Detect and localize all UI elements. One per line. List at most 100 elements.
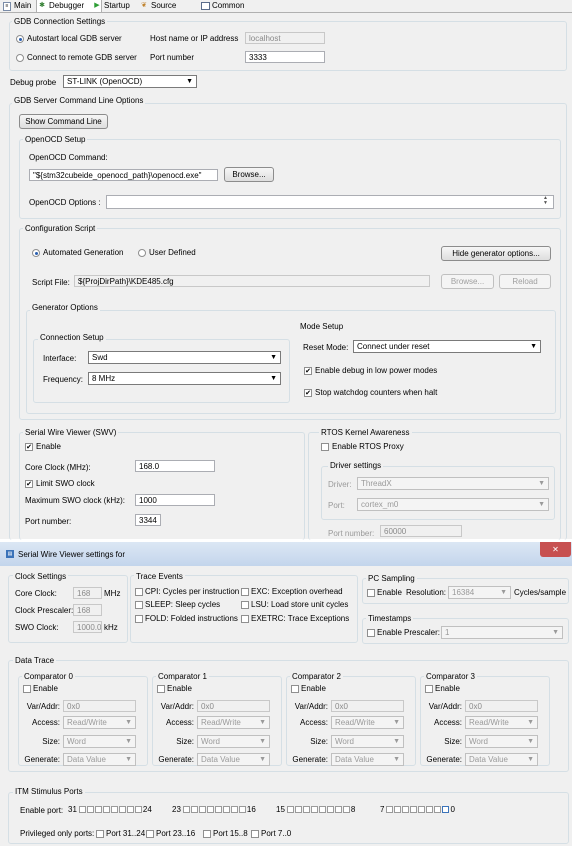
comparator-enable-checkbox[interactable] [425, 685, 433, 693]
swv-enable-checkbox[interactable]: ✔ [25, 443, 33, 451]
port-checkbox[interactable] [394, 806, 402, 814]
varaddr-field[interactable]: 0x0 [465, 700, 538, 712]
port-checkbox[interactable] [102, 806, 110, 814]
limit-swo-checkbox[interactable]: ✔ [25, 480, 33, 488]
varaddr-field[interactable]: 0x0 [331, 700, 404, 712]
reset-mode-select[interactable]: Connect under reset ▼ [353, 340, 541, 353]
port-checkbox[interactable] [190, 806, 198, 814]
port-checkbox[interactable] [86, 806, 94, 814]
hide-generator-options-button[interactable]: Hide generator options... [441, 246, 551, 261]
access-select[interactable]: Read/Write ▼ [197, 716, 270, 729]
rtos-portnum-field[interactable]: 60000 [380, 525, 462, 537]
low-power-checkbox[interactable]: ✔ [304, 367, 312, 375]
port-checkbox[interactable] [238, 806, 246, 814]
openocd-command-field[interactable]: "${stm32cubeide_openocd_path}\openocd.ex… [29, 169, 218, 181]
max-swo-field[interactable]: 1000 [135, 494, 215, 506]
size-select[interactable]: Word ▼ [331, 735, 404, 748]
port-checkbox[interactable] [78, 806, 86, 814]
tab-common[interactable]: Common [200, 0, 264, 12]
size-select[interactable]: Word ▼ [63, 735, 136, 748]
port-checkbox[interactable] [182, 806, 190, 814]
size-select[interactable]: Word ▼ [197, 735, 270, 748]
dlg-core-clock-field[interactable]: 168 [73, 587, 102, 599]
driver-select[interactable]: ThreadX ▼ [357, 477, 549, 490]
generate-select[interactable]: Data Value ▼ [331, 753, 404, 766]
varaddr-field[interactable]: 0x0 [63, 700, 136, 712]
swv-port-field[interactable]: 3344 [135, 514, 161, 526]
reload-button[interactable]: Reload [499, 274, 551, 289]
dlg-swo-field[interactable]: 1000.0 [73, 621, 102, 633]
automated-generation-radio[interactable] [32, 249, 40, 257]
port-checkbox[interactable] [426, 806, 434, 814]
host-field[interactable]: localhost [245, 32, 325, 44]
fold-checkbox[interactable] [135, 615, 143, 623]
ts-prescaler-select[interactable]: 1 ▼ [441, 626, 563, 639]
port-checkbox[interactable] [230, 806, 238, 814]
port-checkbox[interactable] [302, 806, 310, 814]
privileged-port-checkbox[interactable] [96, 830, 104, 838]
port-checkbox[interactable] [326, 806, 334, 814]
generate-select[interactable]: Data Value ▼ [465, 753, 538, 766]
port-field[interactable]: 3333 [245, 51, 325, 63]
exetrc-checkbox[interactable] [241, 615, 249, 623]
exc-checkbox[interactable] [241, 588, 249, 596]
port-checkbox[interactable] [110, 806, 118, 814]
user-defined-radio[interactable] [138, 249, 146, 257]
generate-select[interactable]: Data Value ▼ [197, 753, 270, 766]
ts-enable-checkbox[interactable] [367, 629, 375, 637]
privileged-port-checkbox[interactable] [203, 830, 211, 838]
show-command-line-button[interactable]: Show Command Line [19, 114, 108, 129]
access-select[interactable]: Read/Write ▼ [465, 716, 538, 729]
script-file-field[interactable]: ${ProjDirPath}\KDE485.cfg [74, 275, 430, 287]
cpi-checkbox[interactable] [135, 588, 143, 596]
frequency-select[interactable]: 8 MHz ▼ [88, 372, 281, 385]
script-browse-button[interactable]: Browse... [441, 274, 494, 289]
port-checkbox[interactable] [434, 806, 442, 814]
port-checkbox[interactable] [294, 806, 302, 814]
port-checkbox[interactable] [442, 806, 450, 814]
comparator-enable-checkbox[interactable] [157, 685, 165, 693]
port-checkbox[interactable] [222, 806, 230, 814]
port-checkbox[interactable] [198, 806, 206, 814]
port-checkbox[interactable] [118, 806, 126, 814]
port-checkbox[interactable] [386, 806, 394, 814]
access-select[interactable]: Read/Write ▼ [331, 716, 404, 729]
rtos-proxy-checkbox[interactable] [321, 443, 329, 451]
port-checkbox[interactable] [94, 806, 102, 814]
varaddr-field[interactable]: 0x0 [197, 700, 270, 712]
dialog-close-button[interactable]: ✕ [540, 542, 571, 557]
core-clock-field[interactable]: 168.0 [135, 460, 215, 472]
connect-remote-radio[interactable] [16, 54, 24, 62]
port-checkbox[interactable] [206, 806, 214, 814]
pc-enable-checkbox[interactable] [367, 589, 375, 597]
debug-probe-select[interactable]: ST-LINK (OpenOCD) ▼ [63, 75, 197, 88]
dlg-prescaler-field[interactable]: 168 [73, 604, 102, 616]
lsu-checkbox[interactable] [241, 601, 249, 609]
port-checkbox[interactable] [418, 806, 426, 814]
port-checkbox[interactable] [342, 806, 350, 814]
port-checkbox[interactable] [214, 806, 222, 814]
rtos-port-select[interactable]: cortex_m0 ▼ [357, 498, 549, 511]
interface-select[interactable]: Swd ▼ [88, 351, 281, 364]
port-checkbox[interactable] [286, 806, 294, 814]
comparator-enable-checkbox[interactable] [23, 685, 31, 693]
sleep-checkbox[interactable] [135, 601, 143, 609]
port-checkbox[interactable] [310, 806, 318, 814]
access-select[interactable]: Read/Write ▼ [63, 716, 136, 729]
port-checkbox[interactable] [318, 806, 326, 814]
openocd-browse-button[interactable]: Browse... [224, 167, 274, 182]
size-select[interactable]: Word ▼ [465, 735, 538, 748]
autostart-radio[interactable] [16, 35, 24, 43]
privileged-port-checkbox[interactable] [146, 830, 154, 838]
comparator-enable-checkbox[interactable] [291, 685, 299, 693]
port-checkbox[interactable] [134, 806, 142, 814]
privileged-port-checkbox[interactable] [251, 830, 259, 838]
tab-source[interactable]: ❦ Source [139, 0, 197, 12]
port-checkbox[interactable] [334, 806, 342, 814]
resolution-select[interactable]: 16384 ▼ [448, 586, 511, 599]
generate-select[interactable]: Data Value ▼ [63, 753, 136, 766]
port-checkbox[interactable] [402, 806, 410, 814]
openocd-options-field[interactable] [106, 195, 554, 209]
port-checkbox[interactable] [410, 806, 418, 814]
port-checkbox[interactable] [126, 806, 134, 814]
